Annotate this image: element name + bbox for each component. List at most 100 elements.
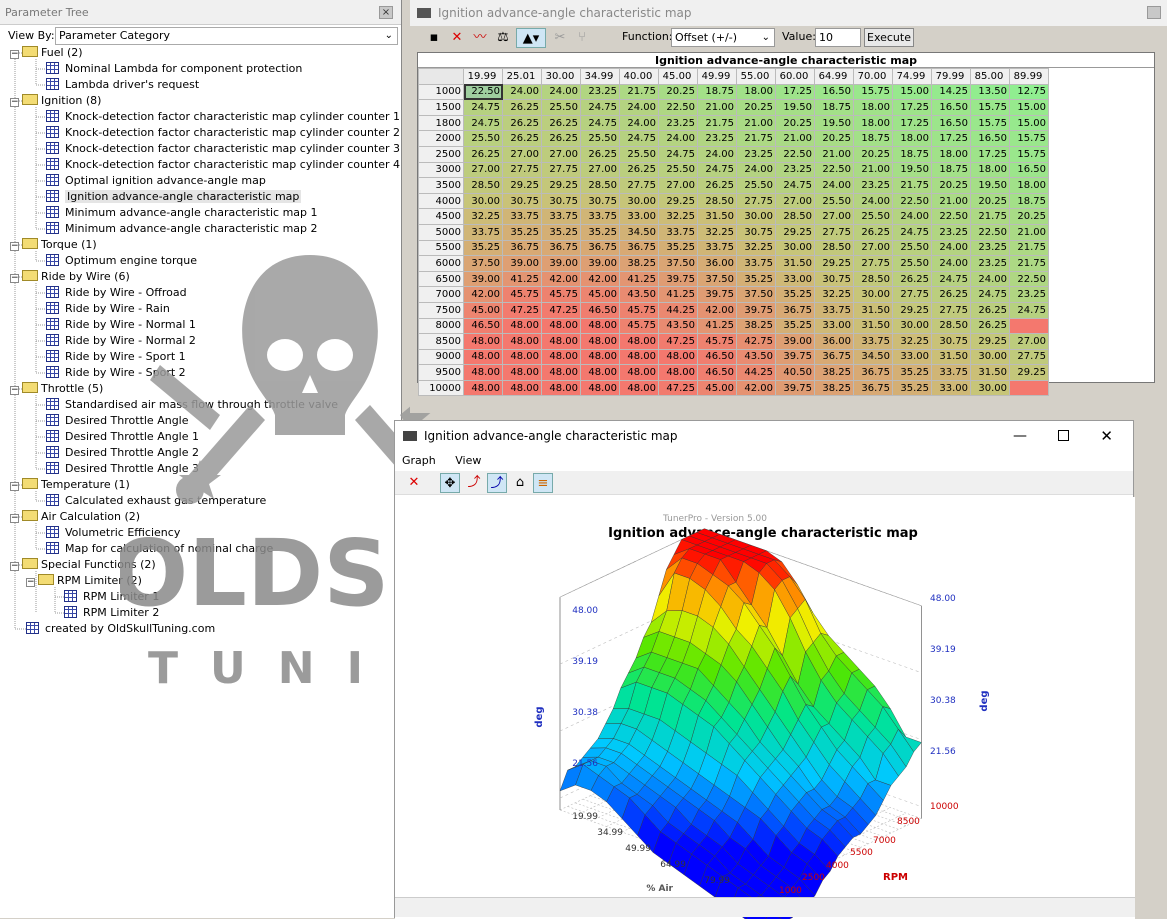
table-cell[interactable]: 26.25 [971,302,1010,318]
table-cell[interactable]: 48.00 [620,334,659,350]
table-cell[interactable]: 45.75 [542,287,581,303]
table-cell[interactable]: 41.25 [659,287,698,303]
table-cell[interactable]: 21.75 [698,115,737,131]
table-cell[interactable]: 33.75 [698,240,737,256]
table-cell[interactable]: 28.50 [932,318,971,334]
table-cell[interactable]: 48.00 [542,334,581,350]
table-cell[interactable]: 47.25 [503,302,542,318]
table-cell[interactable]: 41.25 [503,271,542,287]
table-cell[interactable]: 35.25 [893,380,932,396]
close-icon[interactable]: ✕ [1100,421,1113,451]
table-cell[interactable]: 23.25 [776,162,815,178]
table-cell[interactable]: 29.25 [1010,365,1049,381]
table-cell[interactable]: 18.00 [932,146,971,162]
table-cell[interactable]: 45.75 [503,287,542,303]
row-header[interactable]: 4000 [419,193,464,209]
table-cell[interactable]: 31.50 [932,349,971,365]
table-cell[interactable]: 48.00 [542,318,581,334]
table-cell[interactable]: 23.25 [1010,287,1049,303]
table-cell[interactable]: 40.50 [776,365,815,381]
table-cell[interactable]: 23.25 [698,131,737,147]
table-cell[interactable]: 27.00 [503,146,542,162]
column-header[interactable]: 74.99 [893,69,932,85]
table-cell[interactable]: 45.00 [464,302,503,318]
table-cell[interactable]: 44.25 [659,302,698,318]
table-cell[interactable]: 15.75 [854,84,893,100]
table-cell[interactable]: 33.75 [464,224,503,240]
row-header[interactable]: 10000 [419,380,464,396]
table-cell[interactable]: 30.75 [737,224,776,240]
table-cell[interactable]: 36.75 [854,380,893,396]
table-cell[interactable]: 19.50 [815,115,854,131]
table-cell[interactable]: 33.75 [932,365,971,381]
row-header[interactable]: 6500 [419,271,464,287]
execute-button[interactable]: Execute [864,28,914,47]
tree-item[interactable]: Desired Throttle Angle 2 [46,445,199,461]
table-cell[interactable]: 48.00 [659,349,698,365]
column-header[interactable]: 40.00 [620,69,659,85]
table-cell[interactable]: 39.75 [698,287,737,303]
table-cell[interactable]: 26.25 [971,318,1010,334]
row-header[interactable]: 1000 [419,84,464,100]
table-cell[interactable]: 45.75 [620,302,659,318]
maximize-icon[interactable] [1058,430,1069,441]
line-graph-icon[interactable]: ⤴ [464,473,484,493]
table-cell[interactable]: 17.25 [971,146,1010,162]
table-cell[interactable]: 27.00 [1010,334,1049,350]
tree-item[interactable]: Knock-detection factor characteristic ma… [46,109,400,125]
table-cell[interactable]: 46.50 [581,302,620,318]
table-cell[interactable]: 21.75 [737,131,776,147]
table-cell[interactable]: 30.00 [776,240,815,256]
table-cell[interactable]: 48.00 [464,349,503,365]
minimize-icon[interactable]: — [1013,421,1027,451]
table-cell[interactable]: 48.00 [542,365,581,381]
tree-item[interactable]: RPM Limiter 2 [64,605,159,621]
table-cell[interactable]: 37.50 [464,256,503,272]
table-cell[interactable]: 27.00 [854,240,893,256]
table-cell[interactable]: 35.25 [737,271,776,287]
tree-item[interactable]: Ride by Wire - Rain [46,301,170,317]
table-cell[interactable]: 32.25 [815,287,854,303]
table-cell[interactable]: 24.75 [893,224,932,240]
tree-item[interactable]: Optimal ignition advance-angle map [46,173,266,189]
row-header[interactable]: 8000 [419,318,464,334]
surface-chart[interactable]: TunerPro - Version 5.00Ignition advance-… [395,497,1135,919]
table-cell[interactable]: 24.00 [854,193,893,209]
table-cell[interactable]: 42.00 [698,302,737,318]
tree-item[interactable]: Ignition advance-angle characteristic ma… [46,189,301,205]
table-cell[interactable]: 22.50 [659,100,698,116]
collapse-icon[interactable]: − [26,578,35,587]
table-cell[interactable]: 28.50 [581,178,620,194]
value-input[interactable]: 10 [815,28,861,47]
table-cell[interactable]: 32.25 [659,209,698,225]
cut-icon[interactable]: ✂ [550,28,570,48]
table-cell[interactable]: 20.25 [1010,209,1049,225]
table-cell[interactable]: 27.75 [893,287,932,303]
table-cell[interactable]: 24.75 [776,178,815,194]
table-cell[interactable]: 30.75 [503,193,542,209]
tree-folder[interactable]: −Air Calculation (2) [10,509,140,525]
table-cell[interactable]: 48.00 [503,334,542,350]
table-cell[interactable]: 48.00 [464,365,503,381]
table-cell[interactable]: 25.50 [620,146,659,162]
table-cell[interactable]: 27.75 [620,178,659,194]
table-cell[interactable]: 18.00 [854,115,893,131]
table-cell[interactable]: 20.25 [659,84,698,100]
table-cell[interactable]: 24.75 [620,131,659,147]
table-cell[interactable]: 39.75 [776,380,815,396]
table-cell[interactable]: 38.25 [815,380,854,396]
row-header[interactable]: 2000 [419,131,464,147]
table-cell[interactable]: 26.25 [698,178,737,194]
table-cell[interactable]: 36.75 [581,240,620,256]
row-header[interactable]: 6000 [419,256,464,272]
row-header[interactable]: 7000 [419,287,464,303]
tree-item[interactable]: created by OldSkullTuning.com [26,621,215,637]
tree-item[interactable]: Desired Throttle Angle [46,413,189,429]
table-cell[interactable]: 33.75 [854,334,893,350]
table-cell[interactable]: 26.25 [503,100,542,116]
table-cell[interactable]: 30.00 [971,380,1010,396]
column-header[interactable]: 25.01 [503,69,542,85]
table-cell[interactable]: 48.00 [503,349,542,365]
close-x-icon[interactable]: ✕ [447,28,467,48]
table-cell[interactable]: 23.25 [581,84,620,100]
